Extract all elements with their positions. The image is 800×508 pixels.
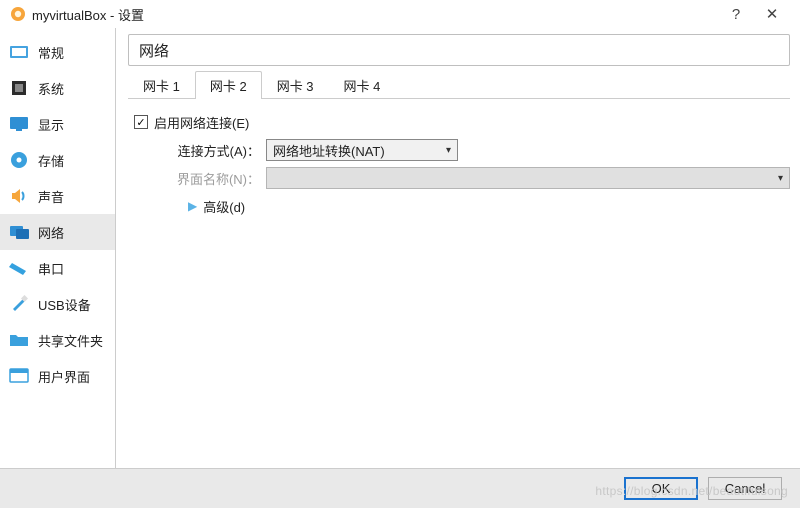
panel-title: 网络 (139, 40, 169, 61)
close-button[interactable]: ✕ (754, 0, 790, 28)
cancel-button[interactable]: Cancel (708, 477, 782, 500)
serial-icon (8, 257, 30, 279)
sidebar-item-label: 串口 (38, 259, 64, 278)
audio-icon (8, 185, 30, 207)
interface-icon (8, 365, 30, 387)
window-title: myvirtualBox - 设置 (32, 5, 718, 24)
adapter-name-select[interactable]: ▾ (266, 167, 790, 189)
tab-adapter-4[interactable]: 网卡 4 (329, 71, 396, 99)
enable-adapter-checkbox[interactable]: ✓ (134, 115, 148, 129)
sidebar-item-label: 用户界面 (38, 367, 90, 386)
settings-sidebar: 常规 系统 显示 存储 声音 网络 串口 USB设备 (0, 28, 116, 468)
tab-adapter-2[interactable]: 网卡 2 (195, 71, 262, 99)
sidebar-item-display[interactable]: 显示 (0, 106, 115, 142)
system-icon (8, 77, 30, 99)
sidebar-item-label: 网络 (38, 223, 64, 242)
advanced-row[interactable]: ▶ 高级(d) (134, 193, 790, 219)
main-container: 常规 系统 显示 存储 声音 网络 串口 USB设备 (0, 28, 800, 468)
ok-button[interactable]: OK (624, 477, 698, 500)
sidebar-item-system[interactable]: 系统 (0, 70, 115, 106)
tab-adapter-3[interactable]: 网卡 3 (262, 71, 329, 99)
chevron-down-icon: ▾ (446, 145, 451, 156)
adapter-name-label: 界面名称(N)： (160, 169, 266, 188)
sidebar-item-audio[interactable]: 声音 (0, 178, 115, 214)
adapter-form: ✓ 启用网络连接(E) 连接方式(A)： 网络地址转换(NAT) ▾ 界面名称(… (128, 109, 790, 221)
sidebar-item-label: 常规 (38, 43, 64, 62)
titlebar: myvirtualBox - 设置 ? ✕ (0, 0, 800, 28)
enable-adapter-row: ✓ 启用网络连接(E) (134, 109, 790, 135)
folder-icon (8, 329, 30, 351)
general-icon (8, 41, 30, 63)
sidebar-item-shared-folders[interactable]: 共享文件夹 (0, 322, 115, 358)
advanced-label: 高级(d) (203, 197, 245, 216)
app-icon (10, 6, 26, 22)
content-area: 网络 网卡 1 网卡 2 网卡 3 网卡 4 ✓ 启用网络连接(E) 连接方式(… (116, 28, 800, 468)
sidebar-item-label: 声音 (38, 187, 64, 206)
sidebar-item-interface[interactable]: 用户界面 (0, 358, 115, 394)
storage-icon (8, 149, 30, 171)
sidebar-item-general[interactable]: 常规 (0, 34, 115, 70)
expand-arrow-icon: ▶ (188, 199, 197, 213)
sidebar-item-label: 存储 (38, 151, 64, 170)
help-button[interactable]: ? (718, 0, 754, 28)
sidebar-item-label: USB设备 (38, 295, 91, 314)
sidebar-item-storage[interactable]: 存储 (0, 142, 115, 178)
attached-to-select[interactable]: 网络地址转换(NAT) ▾ (266, 139, 458, 161)
sidebar-item-usb[interactable]: USB设备 (0, 286, 115, 322)
sidebar-item-label: 显示 (38, 115, 64, 134)
panel-header: 网络 (128, 34, 790, 66)
sidebar-item-label: 系统 (38, 79, 64, 98)
chevron-down-icon: ▾ (778, 173, 783, 184)
attached-to-value: 网络地址转换(NAT) (273, 141, 385, 160)
attached-to-label: 连接方式(A)： (160, 141, 266, 160)
adapter-tabs: 网卡 1 网卡 2 网卡 3 网卡 4 (128, 72, 790, 99)
sidebar-item-serial[interactable]: 串口 (0, 250, 115, 286)
sidebar-item-network[interactable]: 网络 (0, 214, 115, 250)
sidebar-item-label: 共享文件夹 (38, 331, 103, 350)
tab-adapter-1[interactable]: 网卡 1 (128, 71, 195, 99)
usb-icon (8, 293, 30, 315)
network-icon (8, 221, 30, 243)
dialog-footer: OK Cancel (0, 468, 800, 508)
display-icon (8, 113, 30, 135)
enable-adapter-label: 启用网络连接(E) (154, 113, 249, 132)
attached-to-row: 连接方式(A)： 网络地址转换(NAT) ▾ (134, 137, 790, 163)
adapter-name-row: 界面名称(N)： ▾ (134, 165, 790, 191)
